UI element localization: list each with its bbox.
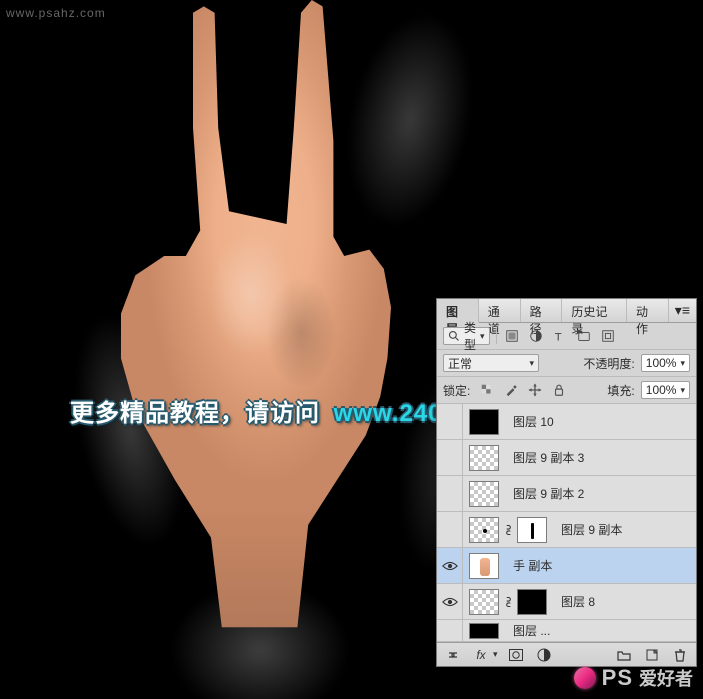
filter-type-icon[interactable]: T: [551, 328, 569, 344]
filter-pixel-icon[interactable]: [503, 328, 521, 344]
opacity-value: 100%: [646, 356, 677, 370]
chevron-down-icon: ▾: [680, 385, 685, 396]
layer-row[interactable]: 图层 8: [437, 584, 696, 620]
brand-text-zh: 爱好者: [639, 665, 693, 691]
visibility-toggle[interactable]: [437, 404, 463, 439]
add-mask-button[interactable]: [506, 646, 526, 664]
tab-channels[interactable]: 通道: [479, 299, 521, 322]
layer-name[interactable]: 图层 9 副本 2: [505, 485, 696, 502]
filter-kind-select[interactable]: 类型 ▾: [443, 327, 490, 345]
brand-text-en: PS: [602, 665, 633, 691]
layer-name[interactable]: 图层 9 副本: [553, 521, 696, 538]
filter-adjust-icon[interactable]: [527, 328, 545, 344]
tab-paths[interactable]: 路径: [521, 299, 563, 322]
lock-label: 锁定:: [443, 382, 470, 399]
layer-row[interactable]: 手 副本: [437, 548, 696, 584]
fill-input[interactable]: 100% ▾: [641, 381, 690, 399]
lock-pixels-icon[interactable]: [502, 382, 520, 398]
separator: [496, 328, 497, 344]
visibility-toggle[interactable]: [437, 512, 463, 547]
panel-menu-button[interactable]: ▾≡: [669, 299, 696, 322]
layer-name[interactable]: 手 副本: [505, 557, 696, 574]
smoke-wisp: [328, 0, 491, 240]
layer-row[interactable]: 图层 9 副本 2: [437, 476, 696, 512]
layer-thumb[interactable]: [469, 409, 499, 435]
fx-button[interactable]: fx: [471, 646, 491, 664]
panel-bottom-bar: fx ▾: [437, 642, 696, 666]
search-icon: [448, 330, 460, 342]
eye-icon: [442, 596, 458, 608]
layer-thumb[interactable]: [469, 445, 499, 471]
filter-shape-icon[interactable]: [575, 328, 593, 344]
chevron-down-icon: ▾: [529, 358, 534, 369]
opacity-input[interactable]: 100% ▾: [641, 354, 690, 372]
layer-thumb[interactable]: [469, 589, 499, 615]
layers-list[interactable]: 图层 10 图层 9 副本 3 图层 9 副本 2 图层 9 副本: [437, 404, 696, 642]
mask-thumb[interactable]: [517, 517, 547, 543]
fill-label: 填充:: [607, 382, 634, 399]
layer-name[interactable]: 图层 ...: [505, 622, 696, 639]
layer-row[interactable]: 图层 9 副本: [437, 512, 696, 548]
lock-position-icon[interactable]: [526, 382, 544, 398]
visibility-toggle[interactable]: [437, 620, 463, 641]
layer-row[interactable]: 图层 ...: [437, 620, 696, 642]
svg-text:T: T: [554, 331, 561, 343]
visibility-toggle[interactable]: [437, 548, 463, 583]
filter-smart-icon[interactable]: [599, 328, 617, 344]
eye-icon: [442, 560, 458, 572]
tab-history[interactable]: 历史记录: [562, 299, 627, 322]
layer-name[interactable]: 图层 10: [505, 413, 696, 430]
group-button[interactable]: [614, 646, 634, 664]
visibility-toggle[interactable]: [437, 584, 463, 619]
blend-mode-value: 正常: [448, 355, 472, 372]
layers-panel: 图层 通道 路径 历史记录 动作 ▾≡ 类型 ▾ T 正常 ▾ 不透明度: 10…: [436, 298, 697, 667]
layer-row[interactable]: 图层 10: [437, 404, 696, 440]
delete-layer-button[interactable]: [670, 646, 690, 664]
watermark-brand: PS 爱好者: [574, 665, 693, 691]
mask-thumb[interactable]: [517, 589, 547, 615]
lock-transparency-icon[interactable]: [478, 382, 496, 398]
layer-name[interactable]: 图层 8: [553, 593, 696, 610]
layer-thumb[interactable]: [469, 623, 499, 639]
visibility-toggle[interactable]: [437, 440, 463, 475]
chevron-down-icon: ▾: [480, 331, 485, 342]
layer-name[interactable]: 图层 9 副本 3: [505, 449, 696, 466]
mask-link-icon[interactable]: [503, 523, 513, 537]
new-layer-button[interactable]: [642, 646, 662, 664]
filter-kind-label: 类型: [464, 319, 476, 353]
watermark-url: www.psahz.com: [6, 6, 106, 20]
tab-actions[interactable]: 动作: [627, 299, 669, 322]
chevron-down-icon: ▾: [680, 358, 685, 369]
link-layers-button[interactable]: [443, 646, 463, 664]
blend-mode-select[interactable]: 正常 ▾: [443, 354, 539, 372]
brand-logo-icon: [574, 667, 596, 689]
layer-thumb[interactable]: [469, 481, 499, 507]
lock-row: 锁定: 填充: 100% ▾: [437, 377, 696, 404]
fill-value: 100%: [646, 383, 677, 397]
layer-thumb[interactable]: [469, 517, 499, 543]
visibility-toggle[interactable]: [437, 476, 463, 511]
blend-row: 正常 ▾ 不透明度: 100% ▾: [437, 350, 696, 377]
filter-row: 类型 ▾ T: [437, 323, 696, 350]
layer-row[interactable]: 图层 9 副本 3: [437, 440, 696, 476]
layer-thumb[interactable]: [469, 553, 499, 579]
adjustment-layer-button[interactable]: [534, 646, 554, 664]
mask-link-icon[interactable]: [503, 595, 513, 609]
opacity-label: 不透明度:: [583, 355, 634, 372]
lock-all-icon[interactable]: [550, 382, 568, 398]
chevron-down-icon: ▾: [493, 649, 498, 660]
overlay-text-label: 更多精品教程，请访问: [70, 400, 320, 427]
